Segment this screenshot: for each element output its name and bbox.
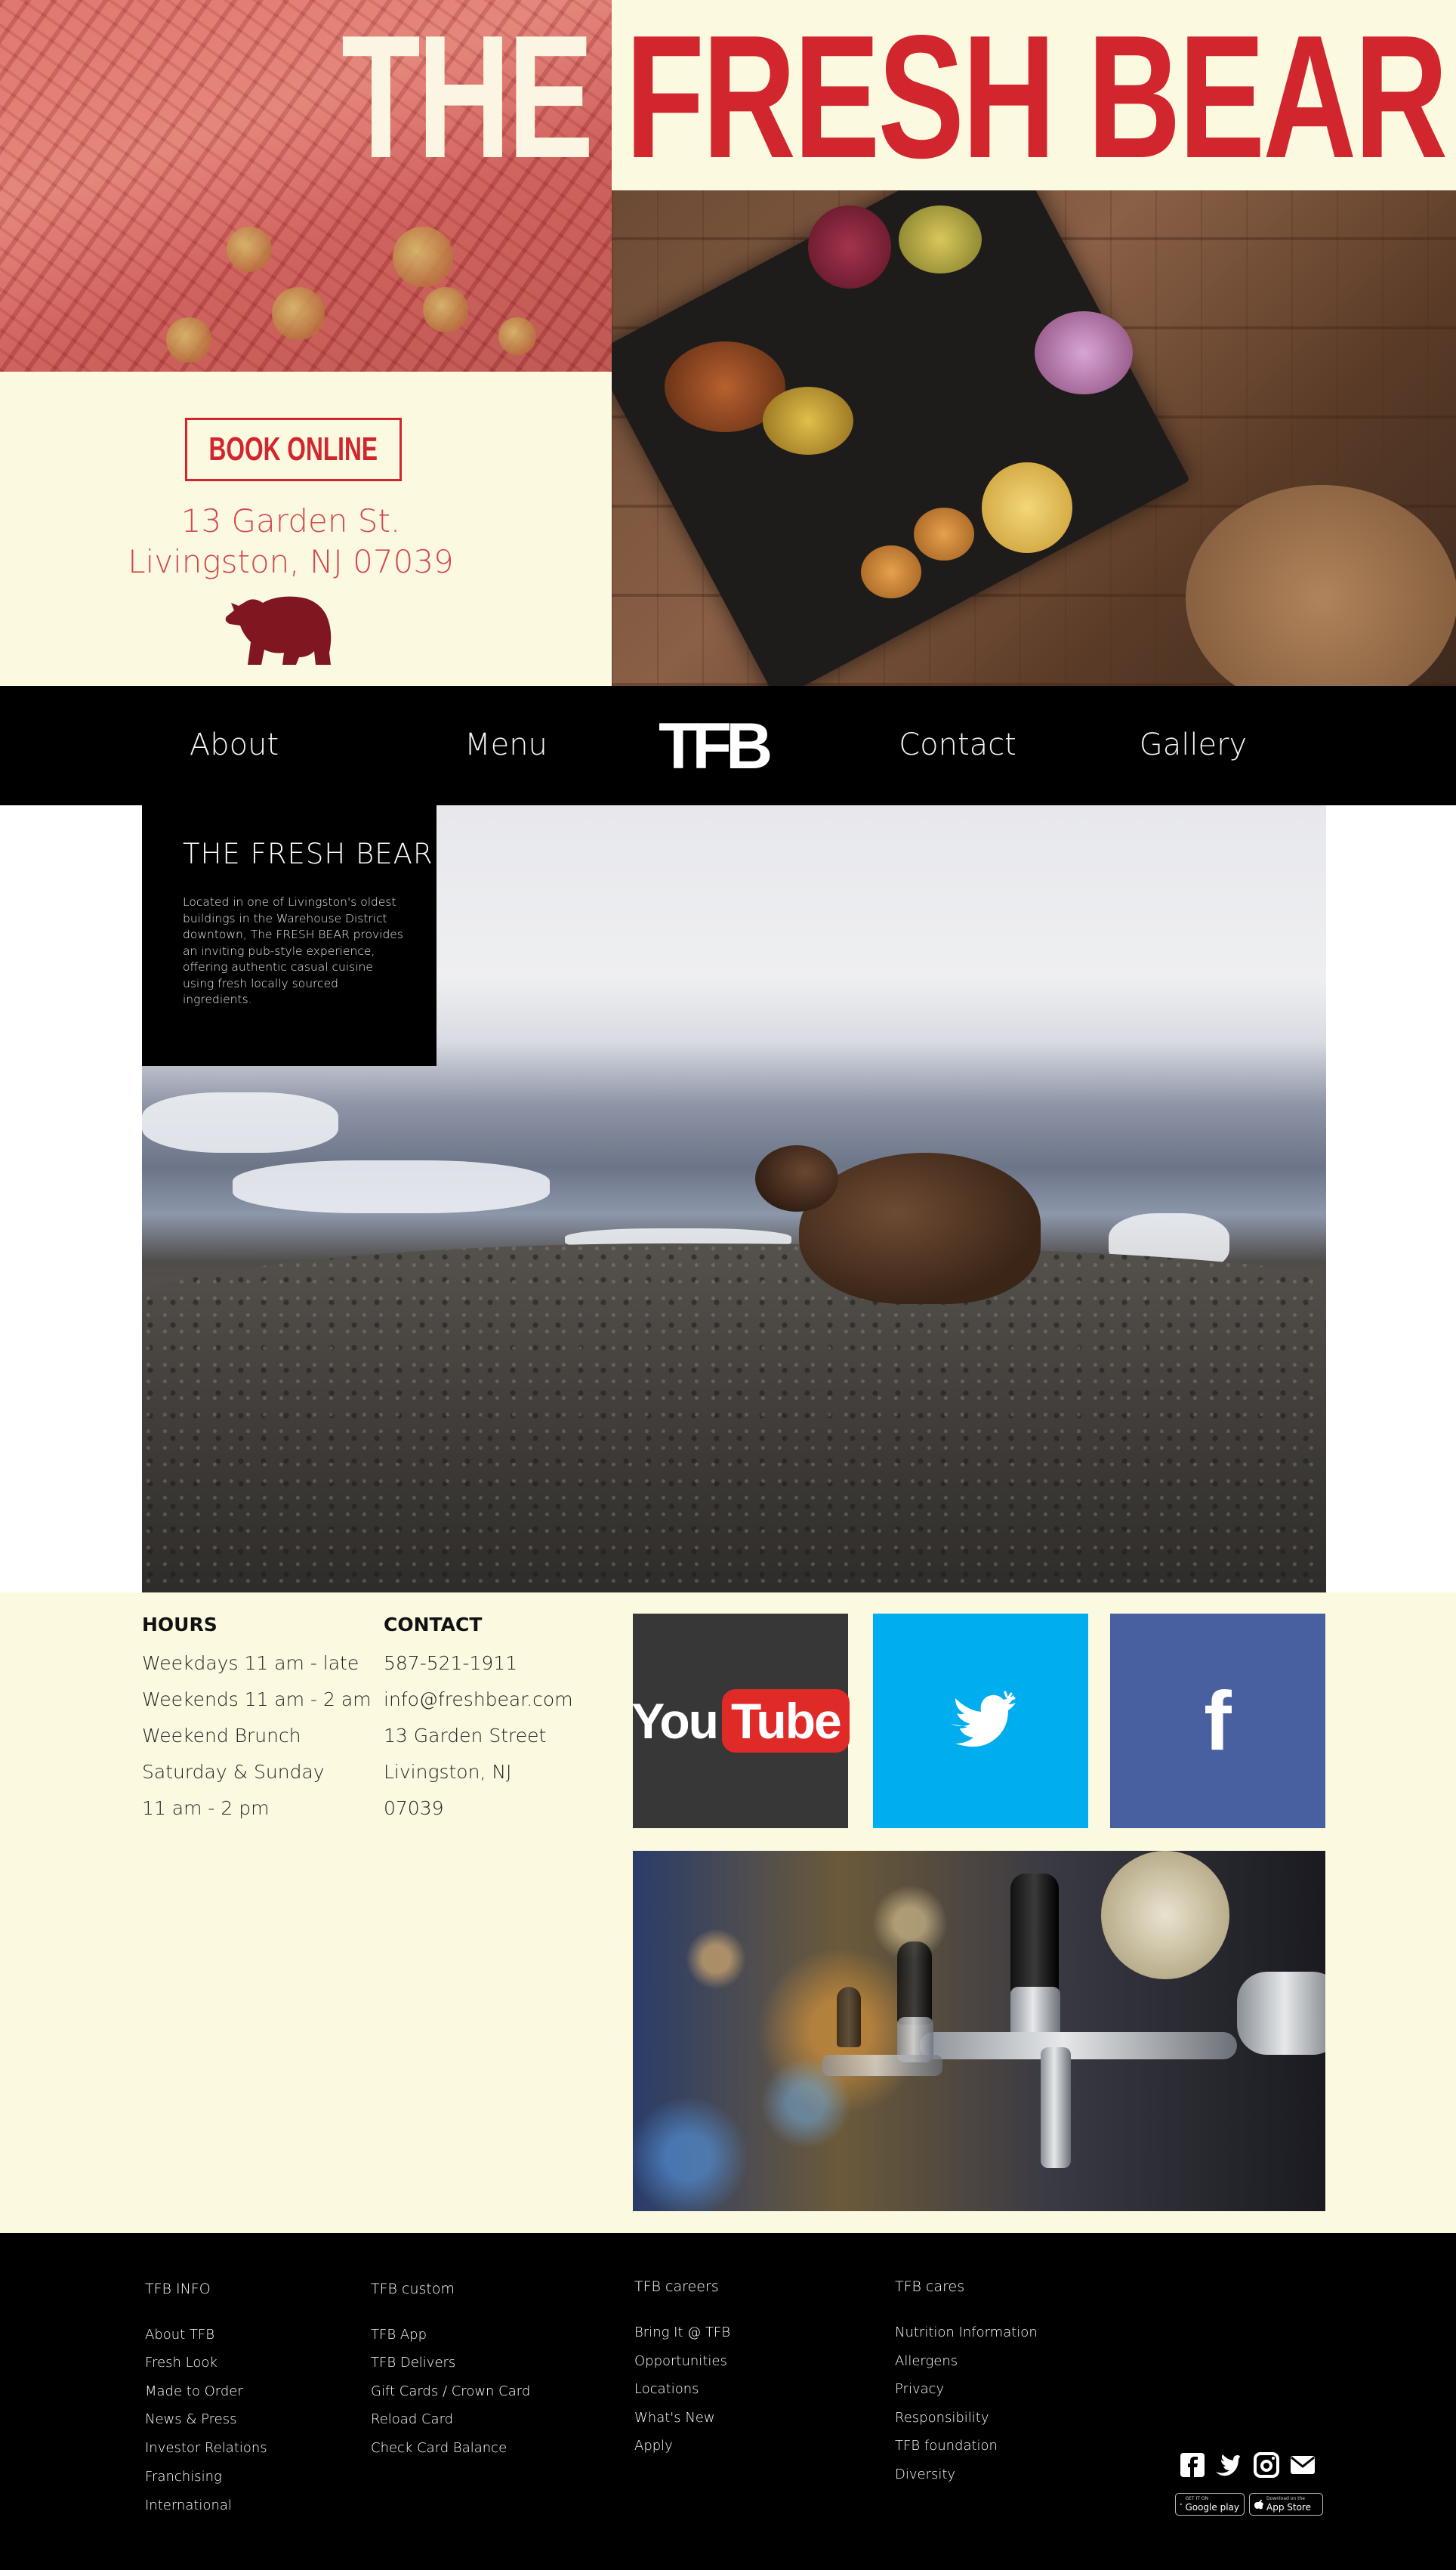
footer-link[interactable]: Nutrition Information	[895, 2324, 1038, 2340]
footer-link[interactable]: Locations	[634, 2381, 699, 2397]
footer-heading-cares: TFB cares	[895, 2278, 965, 2295]
twitter-bird-icon	[950, 1691, 1016, 1747]
hours-heading: HOURS	[142, 1614, 217, 1636]
about-description: Located in one of Livingston's oldest bu…	[183, 895, 403, 1006]
beer-taps-photo	[633, 1851, 1325, 2211]
contact-address-street: 13 Garden Street	[384, 1725, 547, 1747]
google-play-badge[interactable]: GET IT ON Google play	[1175, 2493, 1245, 2516]
footer-link[interactable]: Allergens	[895, 2353, 958, 2369]
twitter-icon[interactable]	[1214, 2452, 1240, 2478]
twitter-tile[interactable]	[873, 1614, 1088, 1828]
nav-contact[interactable]: Contact	[875, 716, 1041, 774]
footer-link[interactable]: Made to Order	[145, 2383, 243, 2399]
hero-section: THE FRESH BEAR BOOK ONLINE 13 Garden St.…	[0, 0, 1456, 686]
facebook-icon: f	[1204, 1674, 1232, 1768]
footer-link[interactable]: Gift Cards / Crown Card	[371, 2383, 530, 2399]
contact-email[interactable]: info@freshbear.com	[384, 1682, 573, 1718]
footer-link[interactable]: News & Press	[145, 2411, 237, 2427]
play-icon	[1180, 2503, 1183, 2506]
address-line-2: Livingston, NJ 07039	[128, 543, 454, 580]
footer-link[interactable]: Check Card Balance	[371, 2440, 507, 2456]
hours-line: Saturday & Sunday	[142, 1761, 325, 1783]
youtube-icon: Tube	[722, 1689, 850, 1753]
hours-line: Weekends 11 am - 2 am	[142, 1688, 372, 1710]
footer-link[interactable]: Privacy	[895, 2381, 944, 2397]
footer-link[interactable]: About TFB	[145, 2327, 214, 2343]
hours-line: 11 am - 2 pm	[142, 1797, 270, 1819]
footer-link[interactable]: What's New	[634, 2410, 715, 2426]
contact-address-zip: 07039	[384, 1797, 444, 1819]
mail-icon[interactable]	[1290, 2452, 1316, 2478]
main-nav: About Menu TFB Contact Gallery	[0, 686, 1456, 805]
facebook-icon[interactable]	[1180, 2452, 1205, 2478]
title-the: THE	[341, 0, 594, 195]
instagram-icon[interactable]	[1254, 2452, 1279, 2478]
footer-link[interactable]: Responsibility	[895, 2410, 989, 2426]
footer-link[interactable]: Franchising	[145, 2469, 222, 2485]
footer-link[interactable]: Fresh Look	[145, 2355, 217, 2371]
footer-link[interactable]: Diversity	[895, 2467, 955, 2482]
contact-address-city: Livingston, NJ	[384, 1761, 512, 1783]
footer-link[interactable]: Opportunities	[634, 2353, 727, 2369]
contact-phone[interactable]: 587-521-1911	[384, 1645, 517, 1682]
footer-link[interactable]: Bring It @ TFB	[634, 2324, 730, 2340]
footer-link[interactable]: Investor Relations	[145, 2440, 267, 2456]
apple-icon	[1254, 2500, 1263, 2510]
bear-icon	[225, 596, 332, 665]
nav-logo[interactable]: TFB	[659, 709, 773, 784]
footer-heading-careers: TFB careers	[634, 2278, 719, 2295]
footer-heading-custom: TFB custom	[371, 2281, 455, 2297]
app-store-badge[interactable]: Download on the App Store	[1249, 2493, 1323, 2516]
nav-gallery[interactable]: Gallery	[1110, 716, 1276, 774]
title-fresh-bear: FRESH BEAR	[625, 0, 1448, 195]
footer-link[interactable]: TFB App	[371, 2327, 427, 2343]
food-platter-photo	[612, 190, 1456, 686]
book-online-button[interactable]: BOOK ONLINE	[185, 418, 402, 481]
footer-link[interactable]: Reload Card	[371, 2411, 453, 2427]
footer-link[interactable]: TFB Delivers	[371, 2355, 455, 2371]
nav-about[interactable]: About	[151, 716, 317, 774]
footer-link[interactable]: TFB foundation	[895, 2438, 998, 2454]
hours-line: Weekend Brunch	[142, 1725, 301, 1747]
contact-heading: CONTACT	[384, 1614, 483, 1636]
about-title: THE FRESH BEAR	[183, 838, 433, 870]
hours-line: Weekdays 11 am - late	[142, 1652, 359, 1674]
youtube-tile[interactable]: You Tube	[631, 1614, 850, 1828]
footer-link[interactable]: Apply	[634, 2438, 673, 2454]
footer-link[interactable]: International	[145, 2497, 232, 2513]
about-card: THE FRESH BEAR Located in one of Livings…	[142, 805, 436, 1066]
nav-menu[interactable]: Menu	[423, 716, 589, 774]
site-footer	[0, 2233, 1456, 2570]
youtube-you-text: You	[631, 1693, 719, 1749]
facebook-tile[interactable]: f	[1110, 1614, 1325, 1828]
footer-heading-info: TFB INFO	[145, 2281, 211, 2297]
address-line-1: 13 Garden St.	[180, 502, 401, 539]
